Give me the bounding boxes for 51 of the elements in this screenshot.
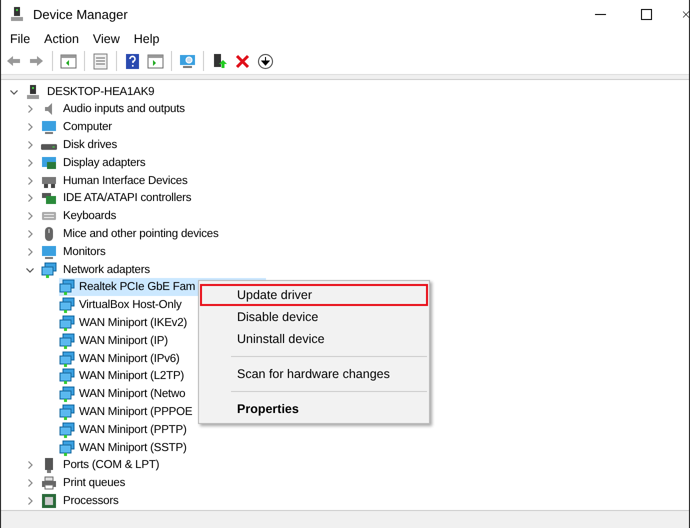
tree-item[interactable]: IDE ATA/ATAPI controllers	[61, 191, 194, 206]
help-icon[interactable]	[123, 52, 142, 71]
printer-icon	[41, 475, 57, 492]
tree-item[interactable]: Network adapters	[61, 262, 152, 277]
close-icon[interactable]	[683, 8, 689, 20]
tree-item[interactable]: Print queues	[61, 476, 128, 490]
tree-item[interactable]: DESKTOP-HEA1AK9	[45, 84, 156, 99]
computer-icon	[25, 84, 41, 100]
network-icon	[59, 422, 75, 438]
tree-item[interactable]: Display adapters	[61, 156, 148, 170]
tree-item[interactable]: Ports (COM & LPT)	[61, 458, 162, 472]
action-pane-icon[interactable]	[146, 52, 165, 71]
tree-item[interactable]: Human Interface Devices	[61, 174, 190, 188]
network-icon	[59, 314, 75, 331]
network-icon	[41, 262, 57, 278]
network-icon	[59, 279, 75, 296]
display-adapter-icon	[41, 154, 57, 171]
tree-item[interactable]: Computer	[61, 120, 114, 134]
controller-icon	[41, 190, 57, 206]
properties-icon[interactable]	[91, 52, 110, 71]
tree-item[interactable]: Mice and other pointing devices	[61, 226, 221, 241]
network-icon	[59, 350, 75, 367]
processor-icon	[41, 492, 57, 509]
tree-item[interactable]: Monitors	[61, 244, 108, 259]
tree-item[interactable]: WAN Miniport (PPTP)	[59, 420, 266, 439]
network-icon	[59, 332, 75, 349]
monitor-icon	[41, 119, 57, 136]
network-icon	[59, 404, 75, 420]
tree-item[interactable]: Disk drives	[61, 138, 120, 152]
network-icon	[59, 440, 75, 456]
tree-item[interactable]: Audio inputs and outputs	[61, 102, 187, 116]
console-tree-icon[interactable]	[59, 52, 78, 71]
menu-item[interactable]: Disable device	[200, 306, 428, 328]
menu-item[interactable]: Action	[37, 30, 86, 48]
disk-drive-icon	[41, 144, 57, 150]
network-icon	[59, 386, 75, 402]
menu-item[interactable]: View	[86, 30, 127, 48]
menu-item[interactable]: File	[3, 30, 38, 48]
menu-item[interactable]: Help	[126, 30, 166, 48]
download-icon[interactable]	[256, 52, 275, 71]
tree-item[interactable]: Keyboards	[61, 209, 118, 224]
tree-item[interactable]: Processors	[61, 494, 121, 508]
network-icon	[59, 368, 75, 384]
tree-item[interactable]: WAN Miniport (SSTP)	[59, 438, 266, 456]
network-icon	[59, 297, 75, 314]
menu-item[interactable]: Update driver	[200, 284, 428, 306]
menu-item[interactable]: Uninstall device	[200, 328, 428, 350]
maximize-icon[interactable]	[640, 8, 652, 20]
app-icon	[9, 6, 25, 22]
window-title: Device Manager	[33, 6, 129, 22]
monitor-icon	[41, 244, 57, 260]
